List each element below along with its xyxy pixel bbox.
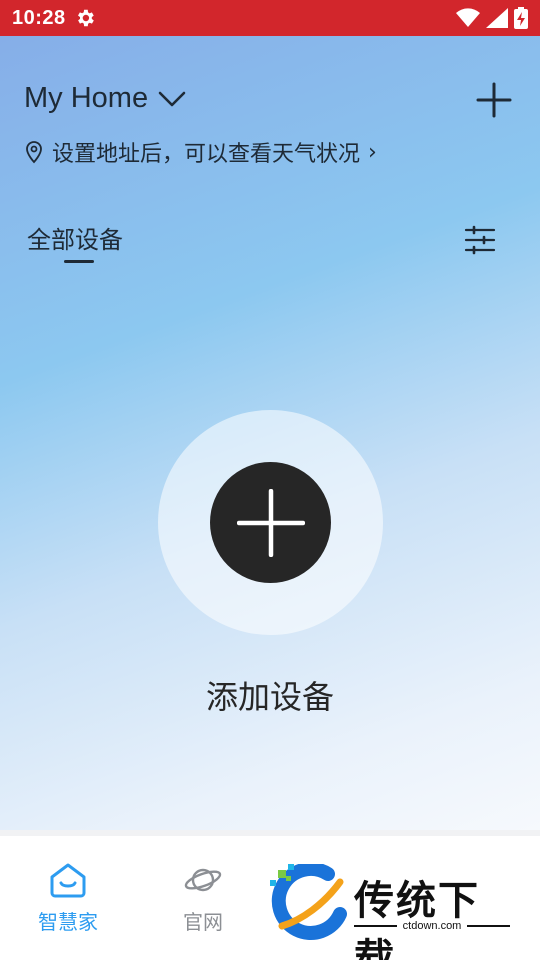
add-icon[interactable] <box>476 82 512 118</box>
watermark-title: 传统下载 <box>354 878 480 960</box>
watermark-url: ctdown.com <box>354 920 511 932</box>
nav-item-official-site[interactable]: 官网 <box>153 862 253 935</box>
add-device-label: 添加设备 <box>205 678 334 716</box>
watermark: 传统下载 ctdown.com <box>268 864 518 960</box>
nav-label-official-site: 官网 <box>183 910 223 934</box>
wifi-icon <box>456 8 480 27</box>
home-name: My Home <box>24 82 149 114</box>
planet-icon <box>184 868 222 892</box>
nav-item-smart-home[interactable]: 智慧家 <box>18 862 118 935</box>
status-bar: 10:28 <box>0 0 540 36</box>
location-prompt[interactable]: 设置地址后，可以查看天气状况 › <box>24 136 377 168</box>
location-prompt-text: 设置地址后，可以查看天气状况 <box>52 142 361 167</box>
filter-sliders-icon[interactable] <box>464 224 496 256</box>
tab-indicator <box>64 260 94 263</box>
chevron-right-icon: › <box>368 139 377 165</box>
main-panel: My Home 设置地址后，可以查看天气状况 › 全部设备 添加设备 <box>0 36 540 830</box>
battery-charging-icon <box>514 7 528 29</box>
watermark-logo-icon <box>270 864 347 940</box>
signal-icon <box>486 8 508 28</box>
add-device-button[interactable] <box>210 462 331 583</box>
smart-home-icon <box>50 863 86 898</box>
tab-all-devices[interactable]: 全部设备 <box>27 220 123 255</box>
home-selector[interactable]: My Home <box>24 82 186 115</box>
plus-icon <box>236 488 305 557</box>
add-device-ring <box>158 410 383 635</box>
location-pin-icon <box>26 141 42 164</box>
status-icons <box>456 7 528 29</box>
settings-gear-icon <box>77 9 94 27</box>
nav-label-smart-home: 智慧家 <box>38 910 98 934</box>
bottom-nav: 智慧家 官网 传统下载 ctdown.com <box>0 836 540 960</box>
status-time: 10:28 <box>12 6 66 29</box>
watermark-url-text: ctdown.com <box>402 920 462 932</box>
chevron-down-icon <box>158 91 186 106</box>
